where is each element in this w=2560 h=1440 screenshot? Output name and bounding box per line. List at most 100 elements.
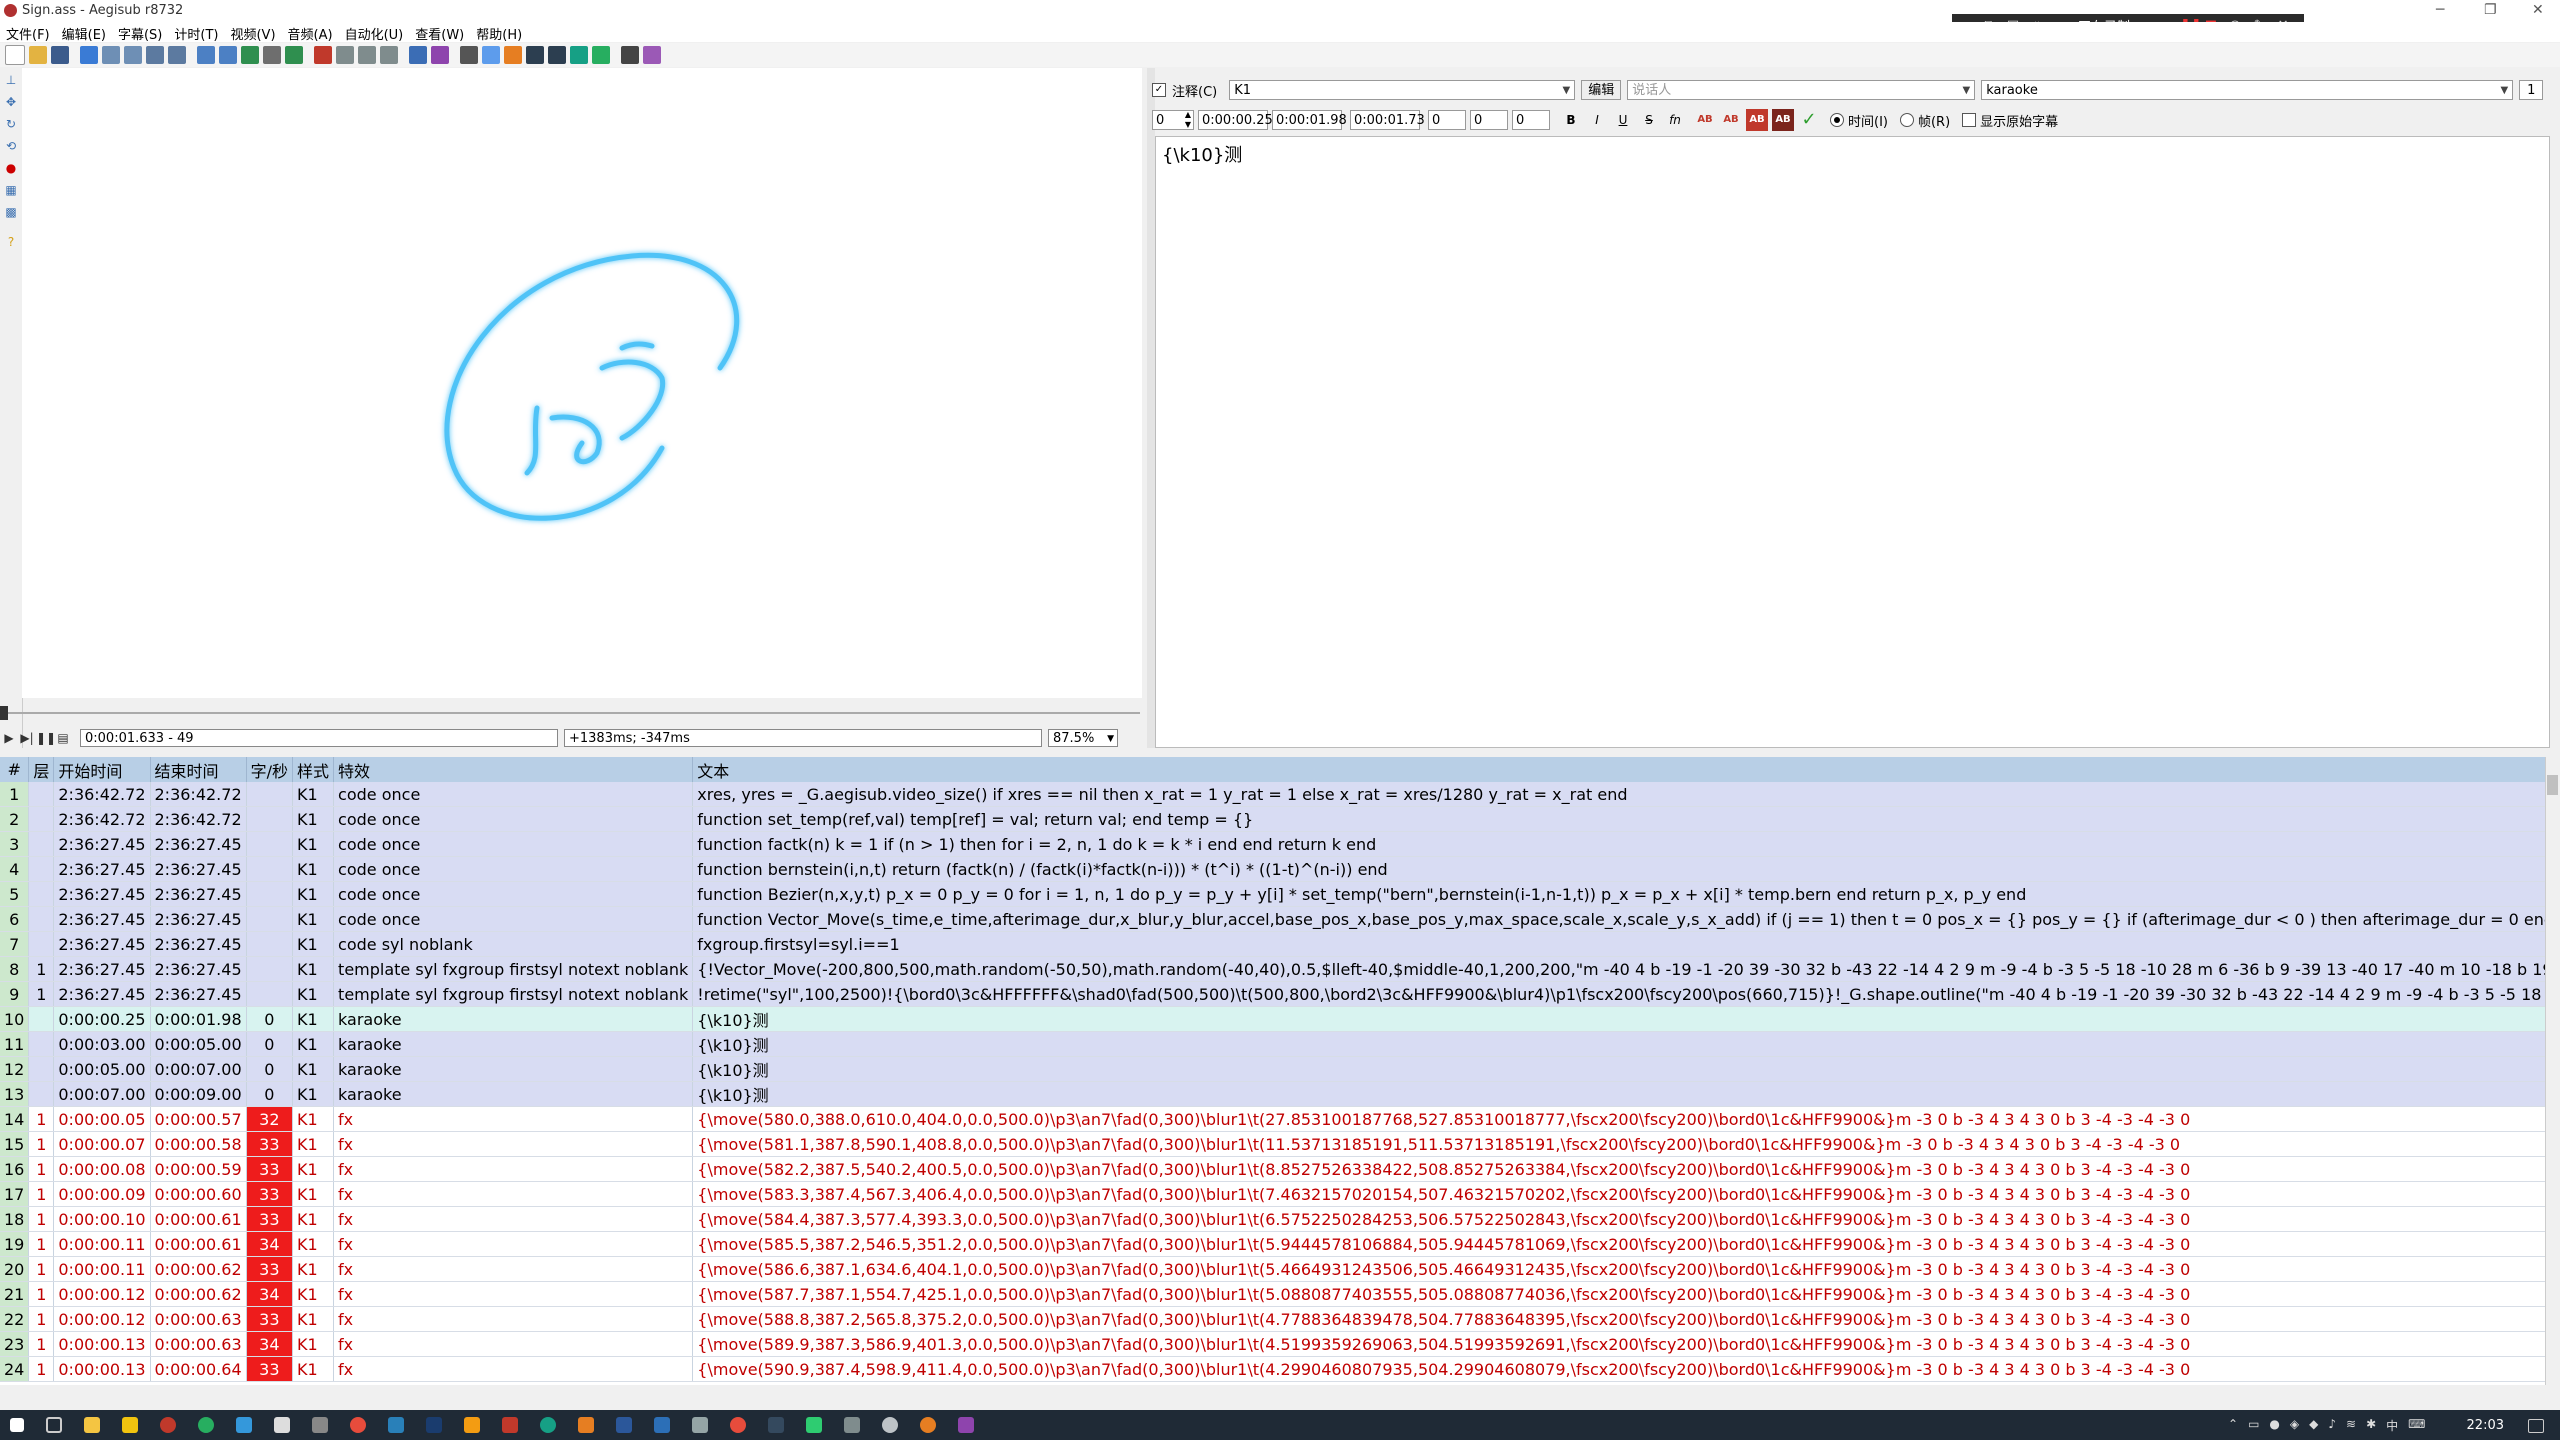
close-icon[interactable]: ✕ [2532,2,2544,18]
network-icon[interactable]: ◈ [2290,1417,2299,1434]
clock-icon[interactable] [548,46,566,64]
app-doc-icon[interactable] [654,1417,670,1433]
table-row[interactable]: 20 1 0:00:00.11 0:00:00.62 33 K1 fx {\move(586.… [0,1256,2545,1282]
commit-check-icon[interactable]: ✓ [1798,109,1820,131]
table-row[interactable]: 6 2:36:27.45 2:36:27.45 K1 code once function… [0,906,2545,932]
help-icon[interactable]: ? [3,234,19,250]
end-time-input[interactable]: 0:00:01.98 [1272,110,1347,130]
table-row[interactable]: 16 1 0:00:00.08 0:00:00.59 33 K1 fx {\move(582.… [0,1156,2545,1182]
shift-times-icon[interactable] [336,46,354,64]
app-green-icon[interactable] [806,1417,822,1433]
header-end[interactable]: 结束时间 [150,757,247,782]
table-row[interactable]: 1 2:36:42.72 2:36:42.72 K1 code once xres, yr… [0,782,2545,807]
app-orange-icon[interactable] [464,1417,480,1433]
menu-view[interactable]: 查看(W) [409,22,470,43]
app-white-icon[interactable] [274,1417,290,1433]
plugin-icon[interactable] [643,46,661,64]
scale-tool-icon[interactable]: ● [3,160,19,176]
task-view-icon[interactable] [46,1417,62,1433]
autoscroll-icon[interactable]: ▤ [54,731,72,745]
timing-icon[interactable] [314,46,332,64]
bluetooth-icon[interactable]: ✱ [2366,1417,2376,1434]
resample-icon[interactable] [263,46,281,64]
table-row[interactable]: 5 2:36:27.45 2:36:27.45 K1 code once function… [0,881,2545,907]
video-seek-track[interactable] [4,712,1140,714]
table-row[interactable]: 3 2:36:27.45 2:36:27.45 K1 code once function… [0,831,2545,857]
menu-help[interactable]: 帮助(H) [470,22,528,43]
vector-clip-icon[interactable]: ▩ [3,204,19,220]
menu-file[interactable]: 文件(F) [0,22,56,43]
zoom-select[interactable]: 87.5% ▼ [1048,729,1118,747]
user-icon[interactable]: ● [2269,1417,2279,1434]
app-red2-icon[interactable] [502,1417,518,1433]
paste-icon[interactable] [168,46,186,64]
app-red3-icon[interactable] [730,1417,746,1433]
header-number[interactable]: # [0,757,30,782]
app-gray-icon[interactable] [312,1417,328,1433]
photoshop-icon[interactable] [426,1417,442,1433]
italic-button[interactable]: I [1586,109,1608,131]
table-row[interactable]: 4 2:36:27.45 2:36:27.45 K1 code once function… [0,856,2545,882]
explorer-icon[interactable] [84,1417,100,1433]
fonts-icon[interactable] [241,46,259,64]
bold-button[interactable]: B [1560,109,1582,131]
table-row[interactable]: 19 1 0:00:00.11 0:00:00.61 34 K1 fx {\move(585.… [0,1231,2545,1257]
table-row[interactable]: 22 1 0:00:00.12 0:00:00.63 33 K1 fx {\move(588.… [0,1306,2545,1332]
chrome-icon[interactable] [198,1417,214,1433]
video-jump-icon[interactable] [504,46,522,64]
header-text[interactable]: 文本 [692,757,2545,782]
header-cps[interactable]: 字/秒 [246,757,294,782]
ime-indicator[interactable]: 中 [2386,1417,2398,1434]
table-row[interactable]: 23 1 0:00:00.13 0:00:00.63 34 K1 fx {\move(589.… [0,1331,2545,1357]
stop-video-icon[interactable] [526,46,544,64]
margin-right-input[interactable]: 0 [1470,110,1508,130]
edit-style-button[interactable]: 编辑 [1581,80,1622,100]
table-row[interactable]: 8 1 2:36:27.45 2:36:27.45 K1 template syl fxg… [0,956,2545,982]
tools-icon[interactable] [621,46,639,64]
duration-input[interactable]: 0:00:01.73 [1350,110,1425,130]
table-row[interactable]: 11 0:00:03.00 0:00:05.00 0 K1 karaoke {\k10}测 [0,1031,2545,1057]
table-row[interactable]: 10 0:00:00.25 0:00:01.98 0 K1 karaoke {\k10}测 [0,1006,2545,1032]
play-line-icon[interactable]: ▶| [18,731,36,745]
minimize-icon[interactable]: ─ [2436,2,2444,18]
rotate-z-icon[interactable]: ↻ [3,116,19,132]
snap-end-icon[interactable] [482,46,500,64]
standard-tool-icon[interactable]: ⊥ [3,72,19,88]
security-icon[interactable]: ◆ [2309,1417,2318,1434]
app-red-icon[interactable] [160,1417,176,1433]
replace-icon[interactable] [124,46,142,64]
table-row[interactable]: 21 1 0:00:00.12 0:00:00.62 34 K1 fx {\move(587.… [0,1281,2545,1307]
snap-start-icon[interactable] [460,46,478,64]
header-effect[interactable]: 特效 [333,757,694,782]
search-task-icon[interactable] [920,1417,936,1433]
grid-scrollbar[interactable] [2545,757,2560,1385]
style-select[interactable]: K1 ▼ [1229,80,1576,100]
show-original-checkbox[interactable] [1962,113,1977,127]
menu-automation[interactable]: 自动化(U) [339,22,410,43]
app-gray2-icon[interactable] [692,1417,708,1433]
header-style[interactable]: 样式 [292,757,335,782]
primary-color-button[interactable]: AB [1694,109,1716,131]
time-radio[interactable] [1830,113,1844,127]
open-file-icon[interactable] [29,46,47,64]
start-time-input[interactable]: 0:00:00.25 [1198,110,1273,130]
table-row[interactable]: 17 1 0:00:00.09 0:00:00.60 33 K1 fx {\move(583.… [0,1181,2545,1207]
pause-video-icon[interactable]: ❚❚ [36,731,56,745]
menu-timing[interactable]: 计时(T) [168,22,224,43]
notification-icon[interactable] [2528,1419,2544,1433]
menu-edit[interactable]: 编辑(E) [56,22,112,43]
video-display[interactable] [22,68,1142,698]
table-row[interactable]: 24 1 0:00:00.13 0:00:00.64 33 K1 fx {\move(590.… [0,1356,2545,1382]
attachments-icon[interactable] [219,46,237,64]
secondary-color-button[interactable]: AB [1720,109,1742,131]
font-button[interactable]: fn [1664,109,1686,131]
chevron-up-icon[interactable]: ⌃ [2228,1417,2238,1434]
clip-tool-icon[interactable]: ▦ [3,182,19,198]
translation-icon[interactable] [380,46,398,64]
comment-checkbox[interactable]: ✓ [1152,83,1166,97]
start-icon[interactable] [10,1418,24,1432]
volume-icon[interactable]: ♪ [2328,1417,2336,1434]
header-layer[interactable]: 层 [28,757,55,782]
panel-splitter[interactable] [1147,68,1155,748]
strikeout-button[interactable]: S [1638,109,1660,131]
